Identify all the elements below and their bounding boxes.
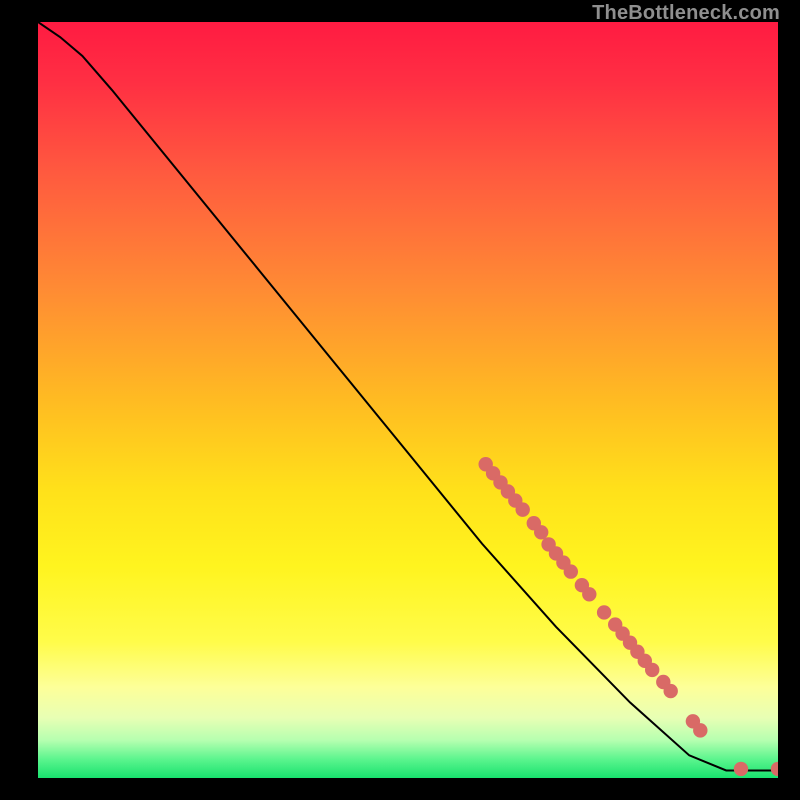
data-point: [734, 762, 748, 776]
data-point: [564, 564, 578, 578]
bottleneck-chart: [38, 22, 778, 778]
data-point: [597, 605, 611, 619]
data-point: [534, 525, 548, 539]
data-point: [693, 723, 707, 737]
watermark-text: TheBottleneck.com: [592, 2, 780, 25]
chart-stage: TheBottleneck.com: [0, 0, 800, 800]
data-point: [645, 663, 659, 677]
plot-area: [38, 22, 778, 778]
data-point: [664, 684, 678, 698]
data-point: [516, 502, 530, 516]
data-point: [582, 587, 596, 601]
